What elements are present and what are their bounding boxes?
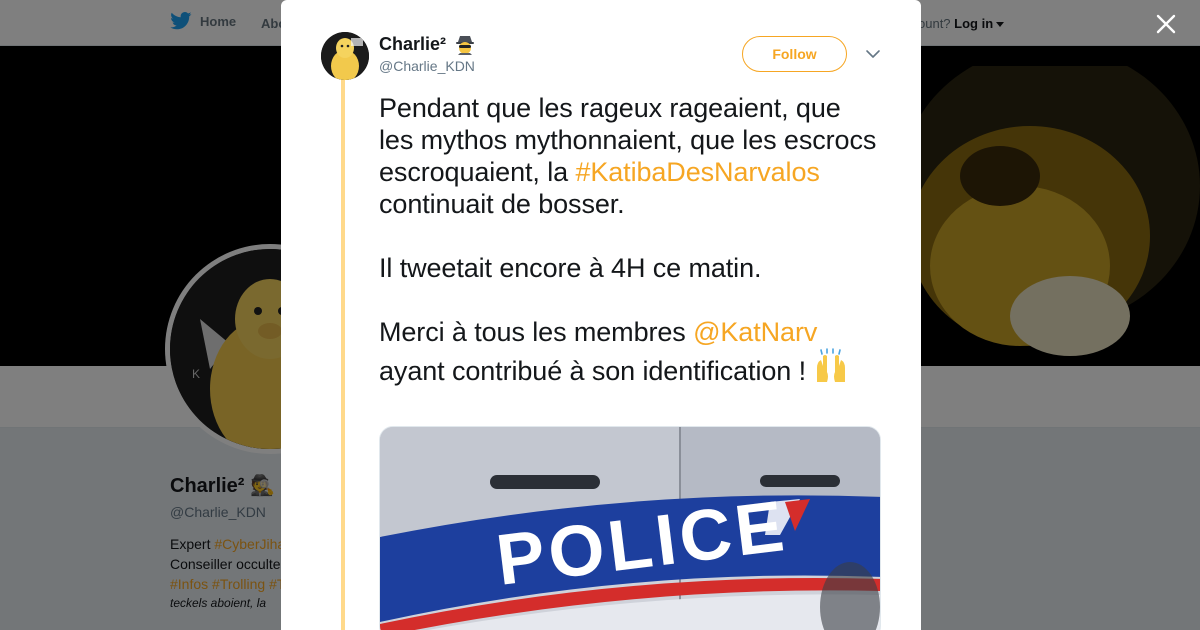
more-options-button[interactable] xyxy=(865,46,881,62)
tweet-paragraph-2: Il tweetait encore à 4H ce matin. xyxy=(379,253,762,283)
tweet-para3-text: Merci à tous les membres xyxy=(379,317,694,347)
tweet-text: Pendant que les rageux rageaient, que le… xyxy=(379,92,879,387)
chevron-down-icon xyxy=(866,50,880,58)
spy-emoji-icon xyxy=(456,36,475,55)
tweet-author-name[interactable]: Charlie² xyxy=(379,33,476,55)
thread-line xyxy=(341,80,345,630)
raising-hands-emoji-icon xyxy=(817,348,846,382)
tweet-author-handle[interactable]: @Charlie_KDN xyxy=(379,58,475,74)
tweet-para1-end: continuait de bosser. xyxy=(379,189,625,219)
tweet-para3-end: ayant contribué à son identification ! xyxy=(379,356,814,386)
police-car-photo: POLICE xyxy=(380,427,880,630)
tweet-modal: Charlie² @Charlie_KDN Follow Pendant que… xyxy=(281,0,921,630)
tweet-paragraph-1: Pendant que les rageux rageaient, que le… xyxy=(379,92,879,220)
follow-button[interactable]: Follow xyxy=(742,36,847,72)
author-avatar-image xyxy=(321,32,369,80)
tweet-author-name-text: Charlie² xyxy=(379,33,447,54)
tweet-media-image[interactable]: POLICE xyxy=(379,426,881,630)
mention-link[interactable]: @KatNarv xyxy=(693,317,817,347)
close-icon xyxy=(1156,14,1176,34)
tweet-author-avatar[interactable] xyxy=(321,32,369,80)
hashtag-link[interactable]: #KatibaDesNarvalos xyxy=(575,157,819,187)
tweet-paragraph-3: Merci à tous les membres @KatNarv ayant … xyxy=(379,316,879,387)
close-button[interactable] xyxy=(1152,10,1180,38)
